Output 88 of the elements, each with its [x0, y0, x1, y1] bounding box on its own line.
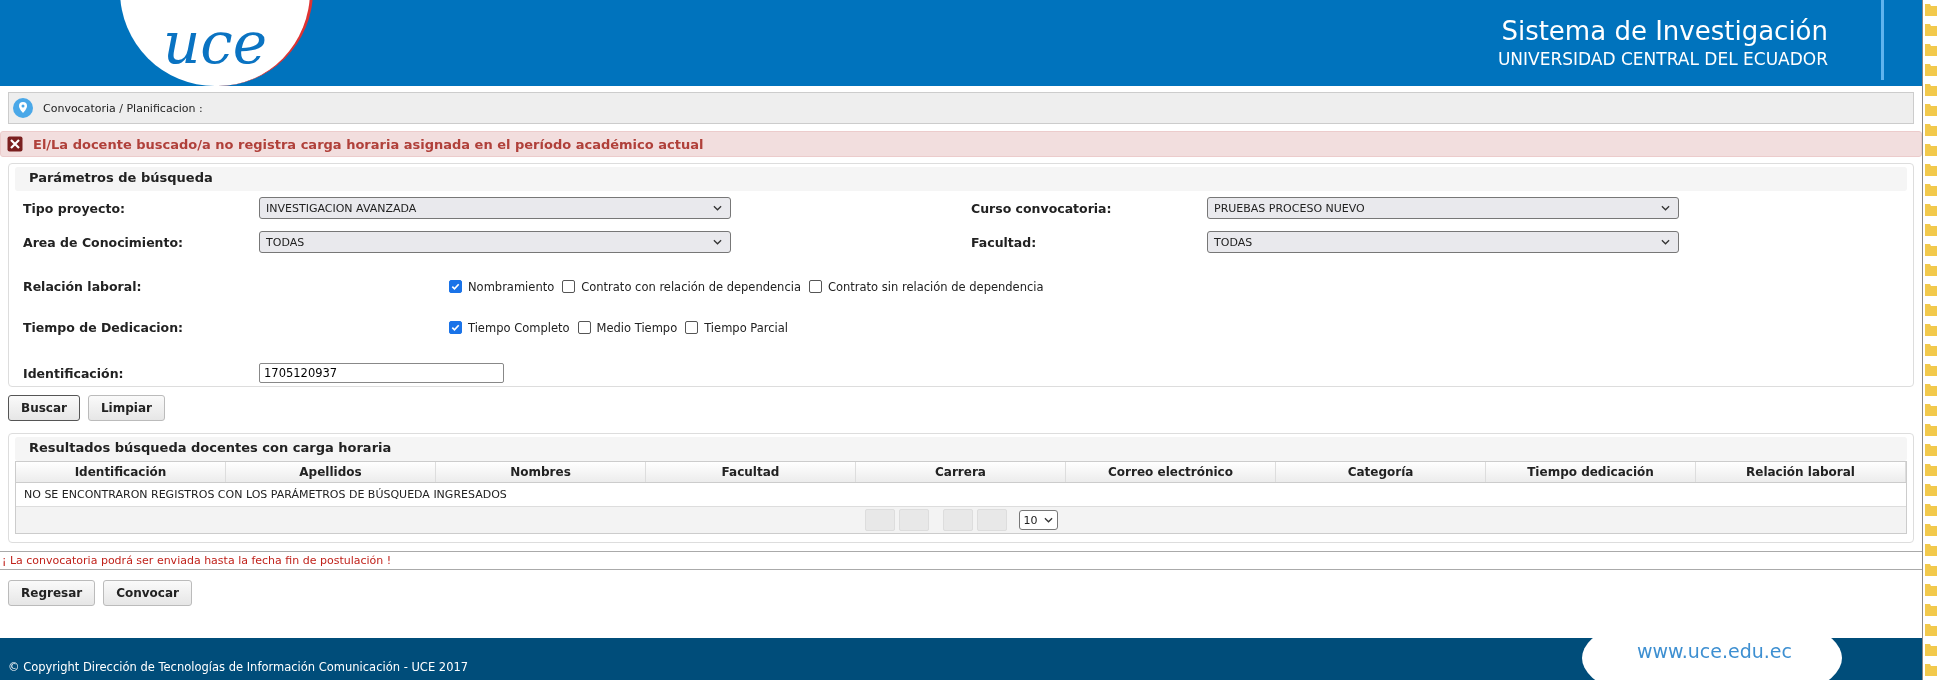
folder-icon — [1924, 182, 1937, 196]
panel-title: Parámetros de búsqueda — [15, 167, 1907, 191]
checkbox-label[interactable]: Contrato sin relación de dependencia — [827, 279, 1044, 294]
folder-icon — [1924, 522, 1937, 536]
identification-field[interactable]: 1705120937 — [259, 363, 504, 383]
action-button[interactable]: Convocar — [103, 580, 192, 606]
column-header[interactable]: Categoría — [1276, 462, 1486, 482]
system-title: Sistema de Investigación — [1500, 15, 1828, 47]
checkbox[interactable] — [562, 280, 576, 293]
page-size-dropdown[interactable]: 10 — [1018, 510, 1058, 530]
breadcrumb-text: Convocatoria / Planificacion : — [43, 101, 203, 115]
close-icon — [7, 136, 23, 152]
field-label: Area de Conocimiento: — [23, 234, 185, 250]
chevron-down-icon — [713, 239, 722, 245]
error-message: El/La docente buscado/a no registra carga horaria asignada en el período académico actual — [33, 136, 704, 152]
folder-icon — [1924, 162, 1937, 176]
university-logo: uce — [120, 0, 313, 86]
folder-icon — [1924, 82, 1937, 96]
folder-icon — [1924, 62, 1937, 76]
folder-icon — [1924, 262, 1937, 276]
field-label: Tiempo de Dedicacion: — [23, 320, 185, 335]
folder-icon — [1924, 442, 1937, 456]
column-header[interactable]: Correo electrónico — [1066, 462, 1276, 482]
folder-icon — [1924, 462, 1937, 476]
folder-icon — [1924, 622, 1937, 636]
folder-icon — [1924, 342, 1937, 356]
copyright-text: © Copyright Dirección de Tecnologías de Información Comunicación - UCE 2017 — [7, 660, 469, 676]
folder-icon — [1924, 142, 1937, 156]
column-header[interactable]: Carrera — [856, 462, 1066, 482]
chevron-down-icon — [1661, 239, 1670, 245]
folder-icon — [1924, 422, 1937, 436]
action-button[interactable]: Limpiar — [87, 395, 165, 421]
action-button[interactable]: Regresar — [8, 580, 96, 606]
checkbox[interactable] — [685, 321, 699, 334]
folder-icon — [1924, 202, 1937, 216]
folder-icon — [1924, 302, 1937, 316]
folder-icon — [1924, 582, 1937, 596]
folder-icon — [1924, 402, 1937, 416]
checkbox[interactable] — [449, 280, 462, 293]
folder-icon — [1924, 602, 1937, 616]
checkbox-label[interactable]: Tiempo Completo — [468, 320, 570, 335]
dropdown[interactable]: TODAS — [259, 231, 731, 253]
folder-icon — [1924, 542, 1937, 556]
checkbox-label[interactable]: Medio Tiempo — [596, 320, 678, 335]
folder-icon — [1924, 282, 1937, 296]
field-label: Facultad: — [971, 234, 1038, 250]
chevron-down-icon — [1043, 517, 1053, 523]
dropdown[interactable]: INVESTIGACION AVANZADA — [259, 197, 731, 219]
folder-icon — [1924, 102, 1937, 116]
folder-icon — [1924, 482, 1937, 496]
folder-icon — [1924, 22, 1937, 36]
folder-icon — [1924, 122, 1937, 136]
folder-icon — [1924, 502, 1937, 516]
checkbox[interactable] — [449, 321, 462, 334]
checkbox-label[interactable]: Nombramiento — [468, 279, 555, 294]
column-header[interactable]: Tiempo dedicación — [1486, 462, 1696, 482]
deadline-notice: ¡ La convocatoria podrá ser enviada hasta la fecha fin de postulación ! — [0, 551, 1922, 570]
folder-icon — [1924, 662, 1937, 676]
checkbox-label[interactable]: Tiempo Parcial — [704, 320, 789, 335]
column-header[interactable]: Identificación — [16, 462, 226, 482]
column-header[interactable]: Facultad — [646, 462, 856, 482]
chevron-down-icon — [713, 205, 722, 211]
column-header[interactable]: Nombres — [436, 462, 646, 482]
field-label: Curso convocatoria: — [971, 200, 1113, 216]
university-name: UNIVERSIDAD CENTRAL DEL ECUADOR — [1497, 48, 1828, 71]
folder-icon — [1924, 322, 1937, 336]
panel-title: Resultados búsqueda docentes con carga horaria — [15, 437, 1907, 461]
folder-icon — [1924, 642, 1937, 656]
chevron-down-icon — [1661, 205, 1670, 211]
folder-icon — [1924, 2, 1937, 16]
dropdown[interactable]: PRUEBAS PROCESO NUEVO — [1207, 197, 1679, 219]
folder-icon — [1924, 382, 1937, 396]
folder-icon — [1924, 242, 1937, 256]
column-header[interactable]: Relación laboral — [1696, 462, 1906, 482]
dropdown[interactable]: TODAS — [1207, 231, 1679, 253]
folder-icon — [1924, 562, 1937, 576]
folder-icon — [1924, 362, 1937, 376]
folder-icon — [1924, 222, 1937, 236]
field-label: Relación laboral: — [23, 279, 143, 294]
location-pin-icon — [13, 98, 33, 118]
action-button[interactable]: Buscar — [8, 395, 80, 421]
field-label: Identificación: — [23, 365, 125, 381]
checkbox-label[interactable]: Contrato con relación de dependencia — [581, 279, 801, 294]
column-header[interactable]: Apellidos — [226, 462, 436, 482]
checkbox[interactable] — [808, 280, 822, 293]
checkbox[interactable] — [577, 321, 591, 334]
field-label: Tipo proyecto: — [23, 200, 126, 216]
folder-icon — [1924, 42, 1937, 56]
